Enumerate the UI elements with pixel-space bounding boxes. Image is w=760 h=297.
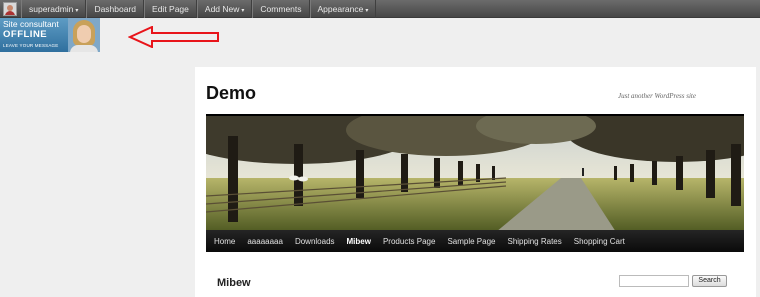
admin-bar: superadmin ▾ Dashboard Edit Page Add New ▾… — [0, 0, 760, 18]
nav-item-shipping-rates[interactable]: Shipping Rates — [501, 237, 567, 246]
chevron-down-icon: ▾ — [75, 7, 79, 14]
admin-menu-edit-page[interactable]: Edit Page — [144, 0, 197, 18]
chevron-down-icon: ▾ — [241, 7, 245, 14]
consultant-photo — [68, 18, 100, 52]
search-button[interactable]: Search — [692, 275, 727, 287]
post-title: Mibew — [217, 277, 251, 289]
main-navigation: Home aaaaaaaa Downloads Mibew Products P… — [206, 230, 744, 252]
site-description: Just another WordPress site — [618, 92, 696, 100]
annotation-arrow-icon — [128, 26, 219, 48]
admin-menu-add-new[interactable]: Add New ▾ — [196, 0, 253, 18]
nav-item-downloads[interactable]: Downloads — [289, 237, 341, 246]
site-title[interactable]: Demo — [206, 83, 256, 104]
leave-message-label: LEAVE YOUR MESSAGE — [3, 43, 59, 48]
header-image — [206, 114, 744, 230]
admin-menu-dashboard[interactable]: Dashboard — [86, 0, 145, 18]
page-container: Demo Just another WordPress site Home aa… — [195, 67, 756, 297]
chevron-down-icon: ▾ — [365, 7, 369, 14]
consultant-status: OFFLINE — [3, 29, 48, 40]
nav-item-products-page[interactable]: Products Page — [377, 237, 441, 246]
nav-item-aaaaaaaa[interactable]: aaaaaaaa — [241, 237, 289, 246]
search-input[interactable] — [619, 275, 689, 287]
consultant-label: Site consultant — [3, 19, 59, 29]
admin-menu-user[interactable]: superadmin ▾ — [21, 0, 87, 18]
nav-item-home[interactable]: Home — [208, 237, 241, 246]
nav-item-mibew[interactable]: Mibew — [341, 237, 377, 246]
nav-item-sample-page[interactable]: Sample Page — [441, 237, 501, 246]
nav-item-shopping-cart[interactable]: Shopping Cart — [568, 237, 631, 246]
admin-menu-comments[interactable]: Comments — [252, 0, 310, 18]
consultant-status-button[interactable]: Site consultant OFFLINE LEAVE YOUR MESSA… — [0, 18, 100, 52]
user-avatar-icon[interactable] — [3, 1, 17, 16]
admin-menu-appearance[interactable]: Appearance ▾ — [309, 0, 377, 18]
